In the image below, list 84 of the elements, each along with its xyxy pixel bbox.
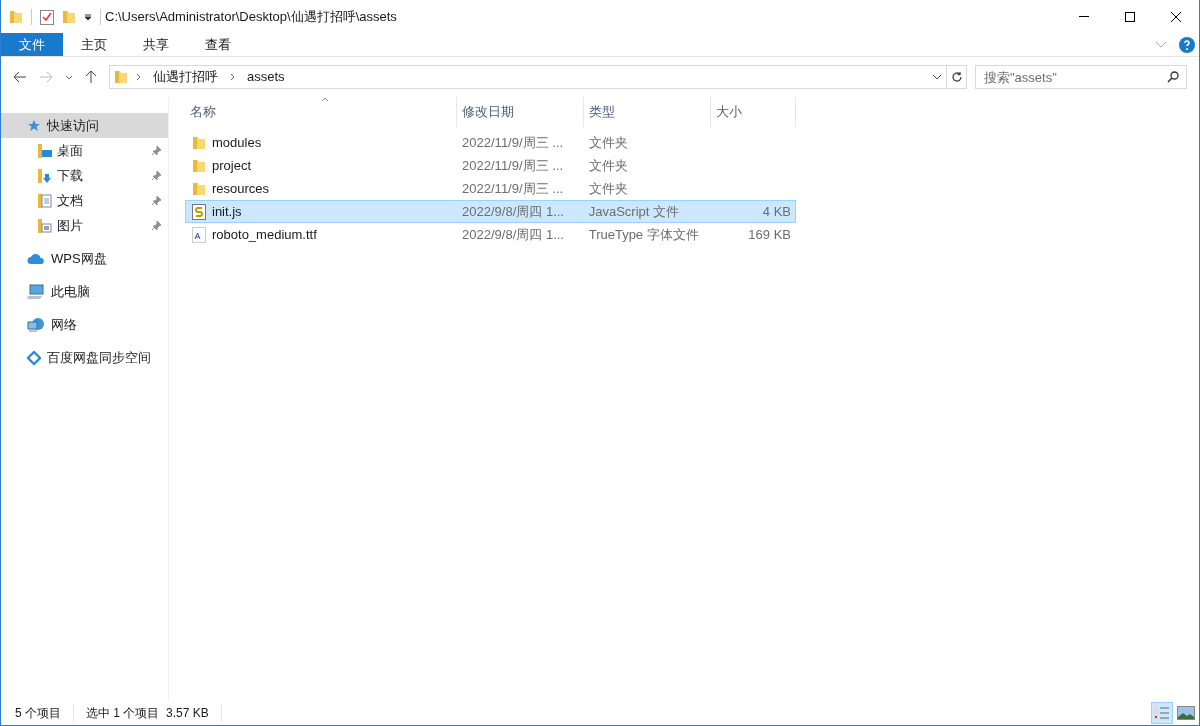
file-row[interactable]: roboto_medium.ttf 2022/9/8/周四 1... TrueType 字体文件 169 KB [185, 223, 796, 246]
sort-up-icon [320, 97, 329, 102]
folder-icon [114, 69, 128, 85]
file-type: TrueType 字体文件 [587, 225, 700, 244]
list-icon [1154, 706, 1170, 720]
folder-icon [192, 180, 206, 197]
modified-date: 2022/9/8/周四 1... [461, 202, 565, 221]
ribbon-tab[interactable]: 共享 [125, 33, 187, 56]
folder-desktop-icon [37, 142, 53, 159]
folder-icon [62, 8, 76, 25]
column-header[interactable]: 类型 [584, 97, 711, 127]
folder-icon [192, 134, 206, 151]
file-name: resources [212, 179, 270, 198]
address-bar[interactable]: 仙遇打招呼 assets [109, 65, 967, 89]
column-header[interactable]: 修改日期 [457, 97, 584, 127]
chevron-down-icon[interactable] [65, 74, 73, 80]
ribbon-tab[interactable]: 查看 [187, 33, 249, 56]
file-row[interactable]: init.js 2022/9/8/周四 1... JavaScript 文件 4 KB [185, 200, 796, 223]
sidebar-item[interactable]: 快速访问 [1, 113, 168, 138]
pin-icon[interactable] [151, 220, 162, 231]
file-size: 4 KB [762, 202, 791, 221]
sidebar-item[interactable]: WPS网盘 [1, 246, 168, 271]
modified-date: 2022/9/8/周四 1... [461, 225, 565, 244]
file-row[interactable]: project 2022/11/9/周三 ... 文件夹 [185, 154, 796, 177]
ribbon-tab[interactable]: 文件 [1, 33, 63, 56]
script-file-icon [192, 203, 206, 220]
file-type: 文件夹 [587, 179, 629, 198]
file-name: init.js [212, 202, 242, 221]
modified-date: 2022/11/9/周三 ... [461, 133, 564, 152]
folder-icon [192, 157, 206, 174]
sidebar-item[interactable]: 网络 [1, 312, 168, 337]
sidebar-item[interactable]: 下载 [1, 163, 168, 188]
diamond-icon [27, 350, 41, 365]
chevron-right-icon[interactable] [230, 73, 235, 81]
window-title: C:\Users\Administrator\Desktop\仙遇打招呼\assets [105, 7, 397, 26]
up-arrow-icon[interactable] [85, 70, 97, 84]
folder-download-icon [37, 167, 53, 184]
sidebar-item[interactable]: 桌面 [1, 138, 168, 163]
checkmark-document-icon[interactable] [40, 8, 54, 25]
folder-picture-icon [37, 217, 53, 234]
cloud-icon [27, 252, 45, 265]
file-row[interactable]: modules 2022/11/9/周三 ... 文件夹 [185, 131, 796, 154]
chevron-right-icon[interactable] [136, 73, 141, 81]
network-icon [27, 316, 45, 333]
file-size: 169 KB [748, 225, 791, 244]
star-icon [27, 118, 41, 133]
chevron-down-icon[interactable] [932, 74, 942, 80]
file-type: 文件夹 [587, 156, 629, 175]
folder-document-icon [37, 192, 53, 209]
font-file-icon [192, 226, 206, 243]
modified-date: 2022/11/9/周三 ... [461, 179, 564, 198]
sidebar-item[interactable]: 文档 [1, 188, 168, 213]
help-icon[interactable] [1179, 36, 1195, 53]
close-icon [1171, 11, 1181, 22]
maximize-icon [1125, 11, 1135, 22]
minimize-icon [1079, 16, 1089, 17]
sidebar-item[interactable]: 百度网盘同步空间 [1, 345, 168, 370]
refresh-icon[interactable] [950, 71, 963, 83]
search-field[interactable]: 搜索"assets" [975, 65, 1187, 89]
image-icon [1177, 706, 1195, 720]
item-count: 5 个项目 [1, 704, 74, 722]
folder-icon [9, 8, 23, 25]
modified-date: 2022/11/9/周三 ... [461, 156, 564, 175]
column-header[interactable]: 名称 [185, 97, 457, 127]
file-name: modules [212, 133, 262, 152]
file-name: roboto_medium.ttf [212, 225, 317, 244]
search-icon[interactable] [1167, 71, 1179, 83]
back-arrow-icon[interactable] [13, 71, 27, 83]
pin-icon[interactable] [151, 170, 162, 181]
selection-info: 选中 1 个项目 3.57 KB [74, 704, 222, 722]
dropdown-arrow-icon[interactable] [84, 12, 92, 21]
file-name: project [212, 156, 252, 175]
breadcrumb-item[interactable]: 仙遇打招呼 [149, 67, 222, 87]
pin-icon[interactable] [151, 195, 162, 206]
ribbon-tab[interactable]: 主页 [63, 33, 125, 56]
sidebar-item[interactable]: 图片 [1, 213, 168, 238]
file-row[interactable]: resources 2022/11/9/周三 ... 文件夹 [185, 177, 796, 200]
column-header[interactable]: 大小 [711, 97, 796, 127]
file-type: 文件夹 [587, 133, 629, 152]
sidebar-item[interactable]: 此电脑 [1, 279, 168, 304]
file-type: JavaScript 文件 [587, 202, 680, 221]
computer-icon [27, 283, 45, 300]
breadcrumb-item[interactable]: assets [243, 67, 289, 87]
pin-icon[interactable] [151, 145, 162, 156]
